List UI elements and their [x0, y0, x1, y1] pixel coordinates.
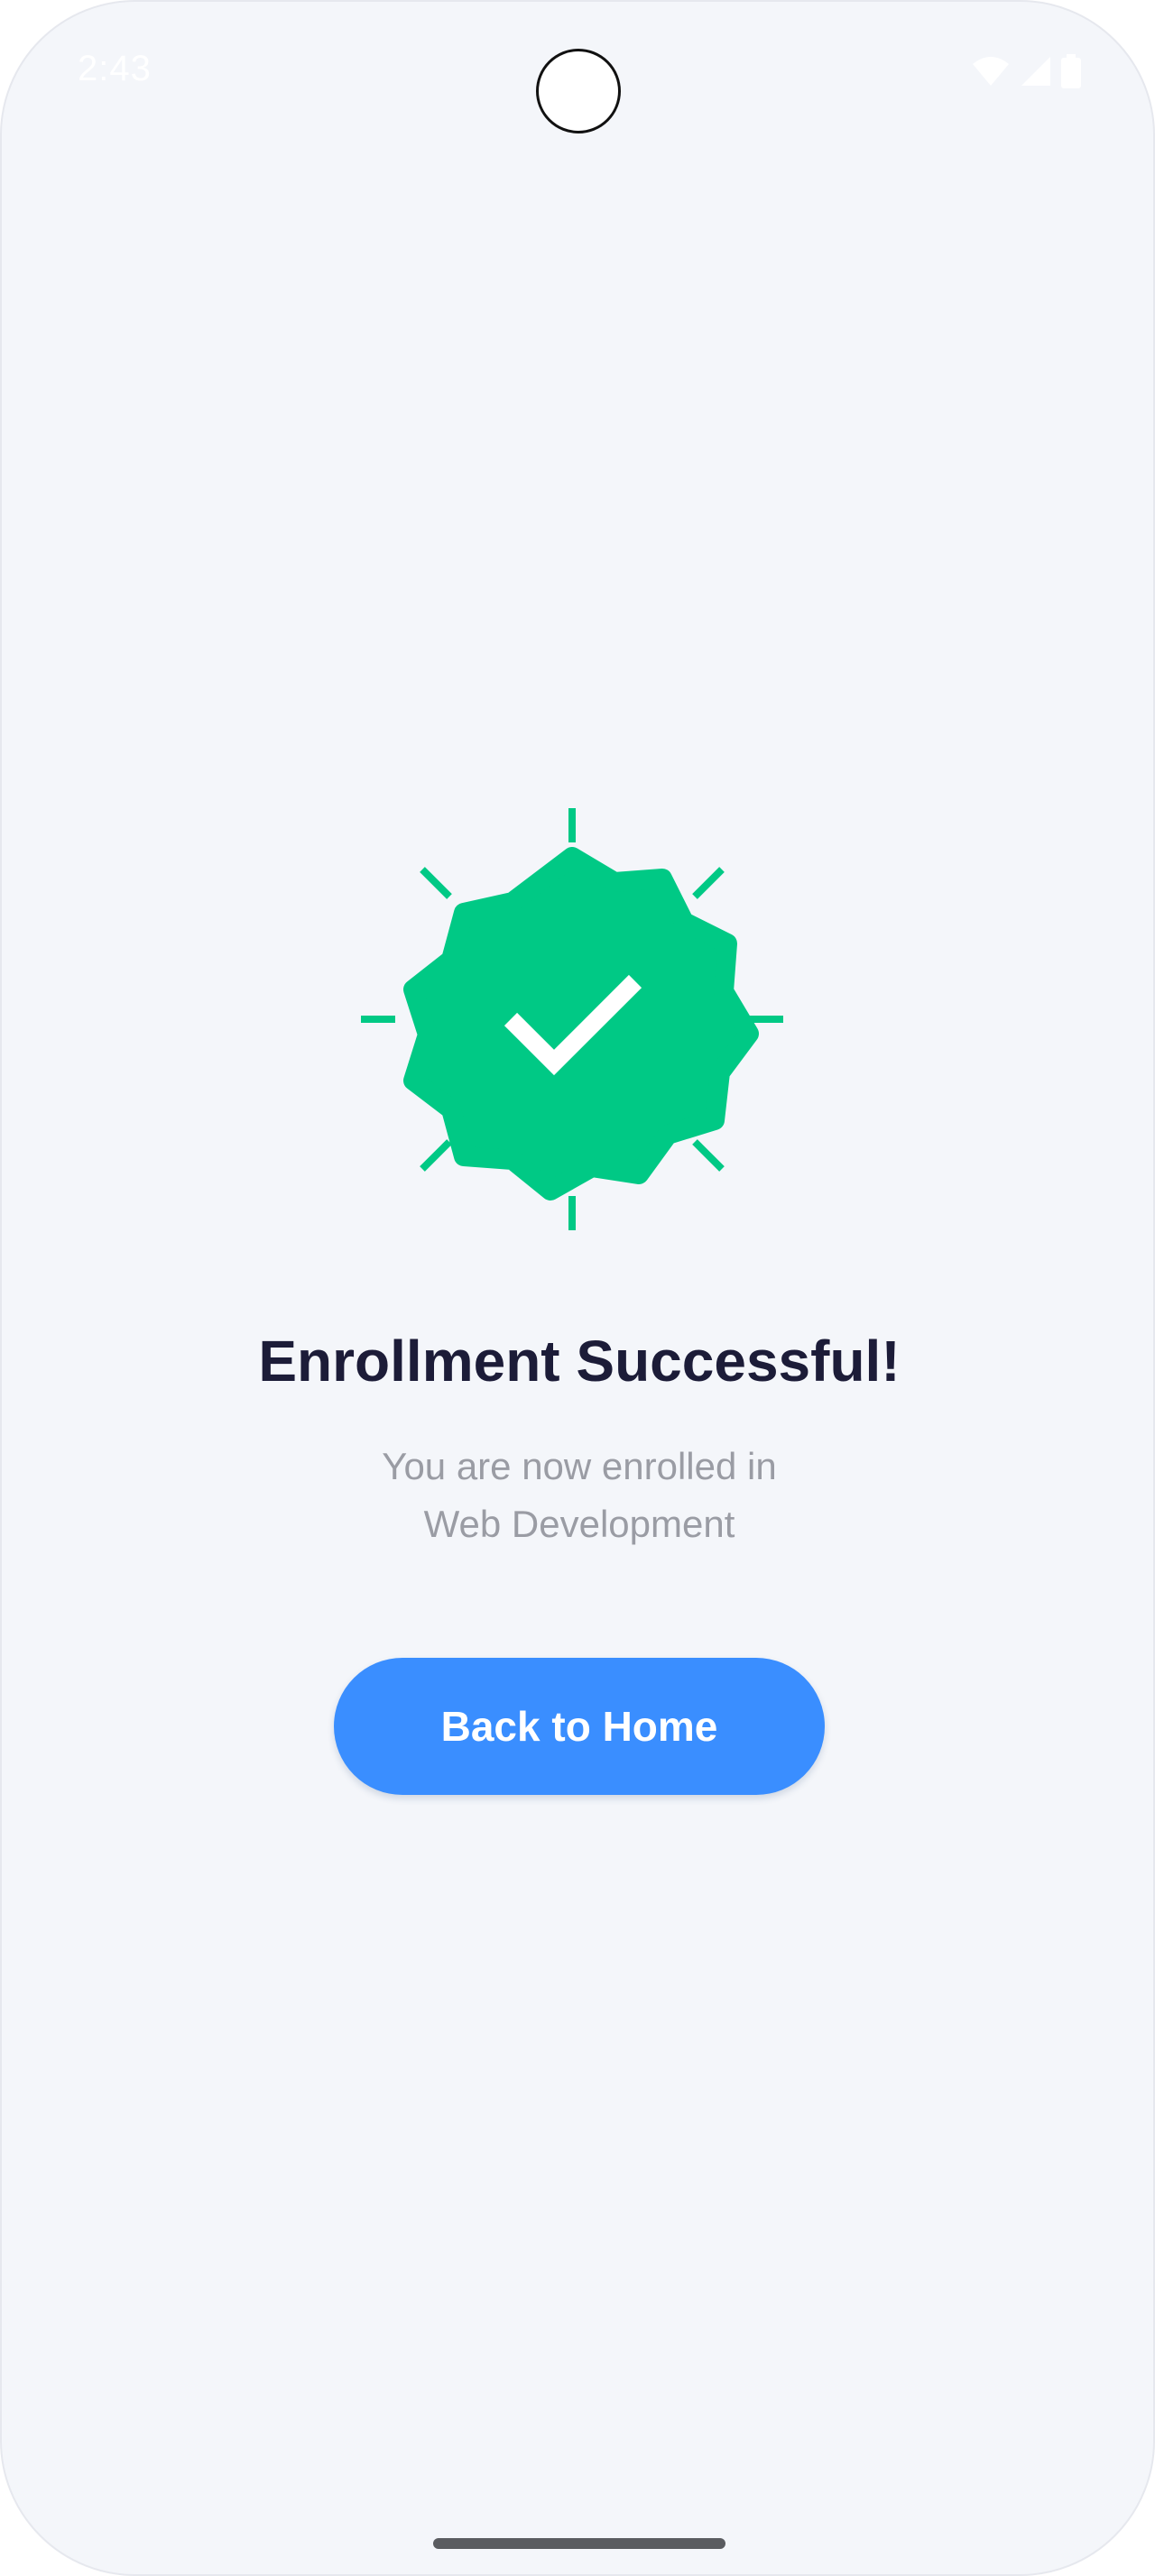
sparkle-ray [420, 1139, 452, 1172]
verified-badge-check-icon [361, 808, 783, 1230]
course-name: Web Development [423, 1503, 735, 1545]
back-to-home-button[interactable]: Back to Home [334, 1658, 825, 1795]
gesture-home-indicator[interactable] [433, 2538, 725, 2549]
sparkle-ray [692, 1139, 725, 1172]
sparkle-ray [420, 867, 452, 899]
success-message: You are now enrolled in Web Development [2, 1438, 1153, 1553]
back-to-home-label: Back to Home [440, 1703, 718, 1750]
wifi-icon [973, 57, 1009, 86]
sparkle-ray [692, 867, 725, 899]
camera-cutout [536, 49, 621, 133]
phone-screen: 2:43 Enrollment Successful! You are now … [0, 0, 1155, 2576]
status-bar: 2:43 [2, 2, 1153, 137]
battery-icon [1061, 54, 1081, 88]
success-title: Enrollment Successful! [258, 1329, 901, 1394]
status-time: 2:43 [78, 49, 152, 88]
success-message-line-1: You are now enrolled in [382, 1445, 777, 1487]
status-icons [971, 54, 1081, 88]
signal-icon [1021, 57, 1050, 86]
